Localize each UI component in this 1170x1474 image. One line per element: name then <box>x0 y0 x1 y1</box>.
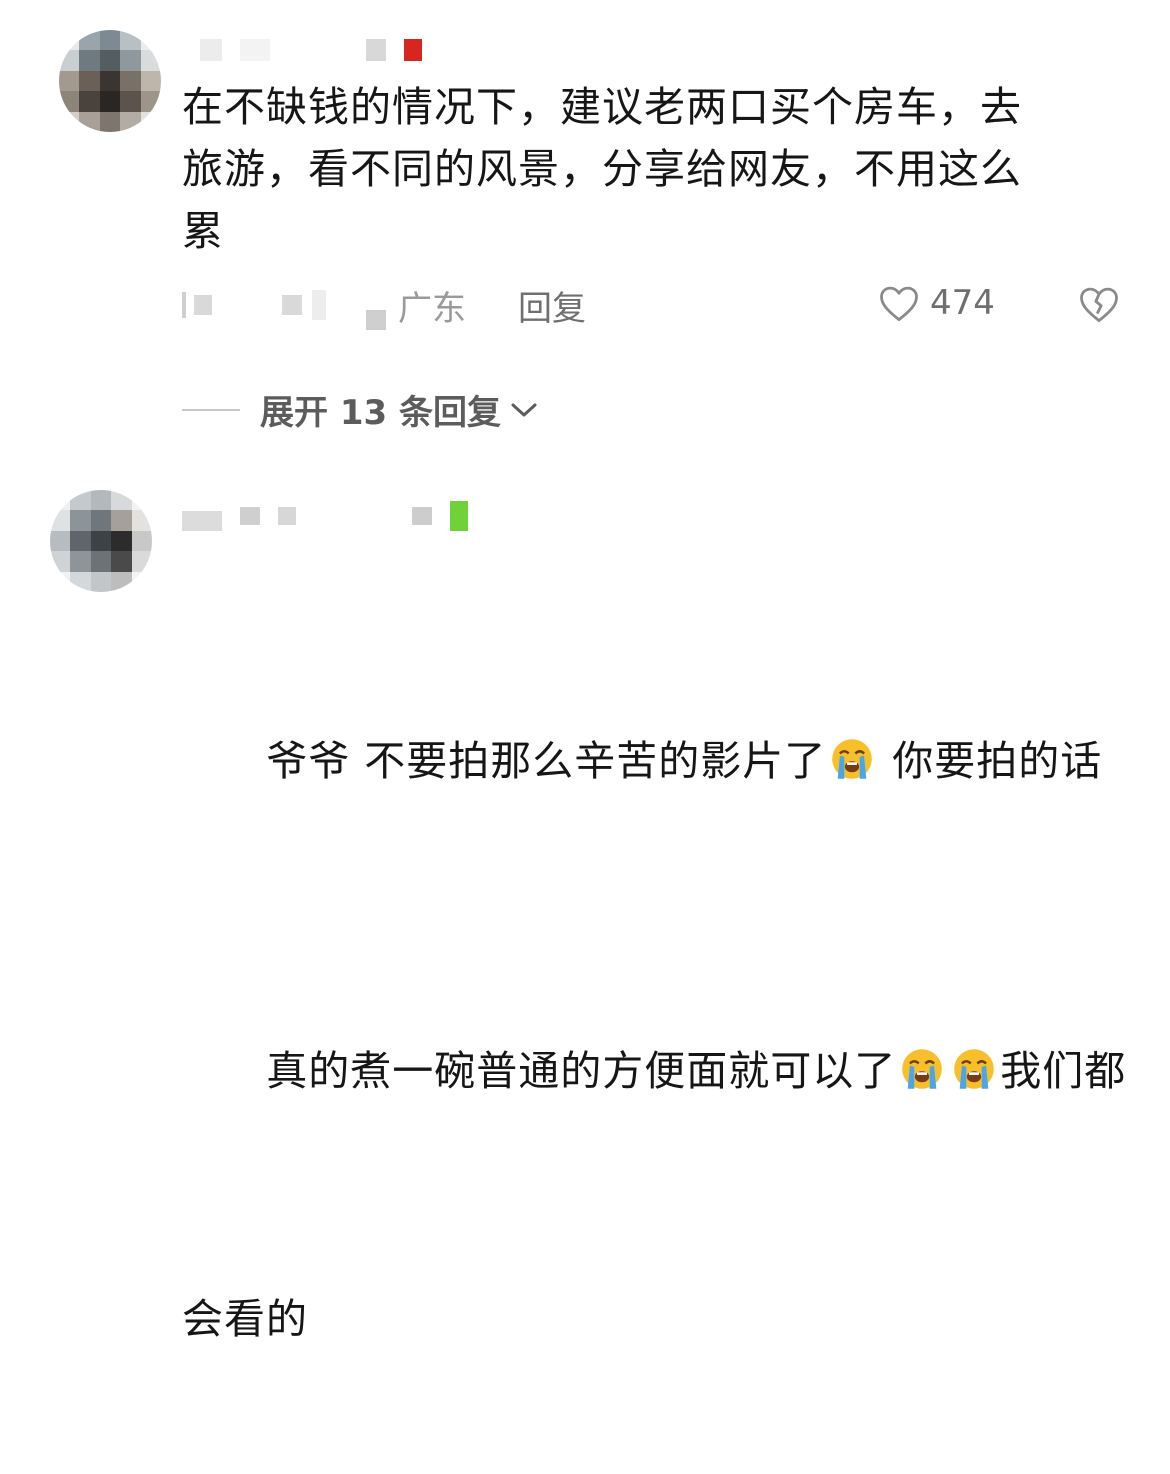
username-blurred[interactable] <box>200 30 422 70</box>
loudly-crying-face-emoji <box>954 1049 995 1089</box>
clover-badge-icon <box>450 501 468 531</box>
loudly-crying-face-emoji <box>902 1049 943 1089</box>
divider-line <box>182 408 240 411</box>
broken-heart-icon <box>1080 287 1118 323</box>
text-segment: 爷爷 不要拍那么辛苦的影片了 <box>266 737 827 785</box>
text-segment: 我们都 <box>1000 1047 1127 1095</box>
comment-2: 爷爷 不要拍那么辛苦的影片了 你要拍的话 真的煮一碗普通的方便面就可以了 我们都 … <box>0 480 1170 1343</box>
comment-1: 在不缺钱的情况下，建议老两口买个房车，去 旅游，看不同的风景，分享给网友，不用这… <box>0 0 1170 380</box>
heart-outline-icon <box>880 286 918 322</box>
loudly-crying-face-emoji <box>832 739 873 779</box>
expand-replies-button[interactable]: 展开 13 条回复 <box>182 385 539 434</box>
like-count: 474 <box>930 283 995 323</box>
like-button[interactable]: 474 <box>878 283 995 323</box>
ip-region: 广东 <box>398 288 466 329</box>
reply-button[interactable]: 回复 <box>518 281 586 330</box>
text-segment: 你要拍的话 <box>878 737 1103 785</box>
comment-meta: 广东 回复 <box>182 280 586 330</box>
comment-line-2: 真的煮一碗普通的方便面就可以了 我们都 <box>182 978 1142 1164</box>
avatar[interactable] <box>50 490 152 592</box>
vip-badge-icon <box>404 39 422 61</box>
comment-text: 在不缺钱的情况下，建议老两口买个房车，去 旅游，看不同的风景，分享给网友，不用这… <box>182 83 1022 255</box>
chevron-down-icon <box>511 403 537 416</box>
dislike-button[interactable] <box>1078 284 1120 328</box>
comment-line-1: 爷爷 不要拍那么辛苦的影片了 你要拍的话 <box>182 668 1142 854</box>
text-segment: 真的煮一碗普通的方便面就可以了 <box>266 1047 897 1095</box>
comment-text: 爷爷 不要拍那么辛苦的影片了 你要拍的话 真的煮一碗普通的方便面就可以了 我们都 … <box>182 544 1142 1474</box>
username-blurred[interactable] <box>182 496 468 536</box>
comment-line-3: 会看的 <box>182 1295 308 1343</box>
avatar[interactable] <box>59 30 161 132</box>
expand-replies-label: 展开 13 条回复 <box>260 393 501 433</box>
